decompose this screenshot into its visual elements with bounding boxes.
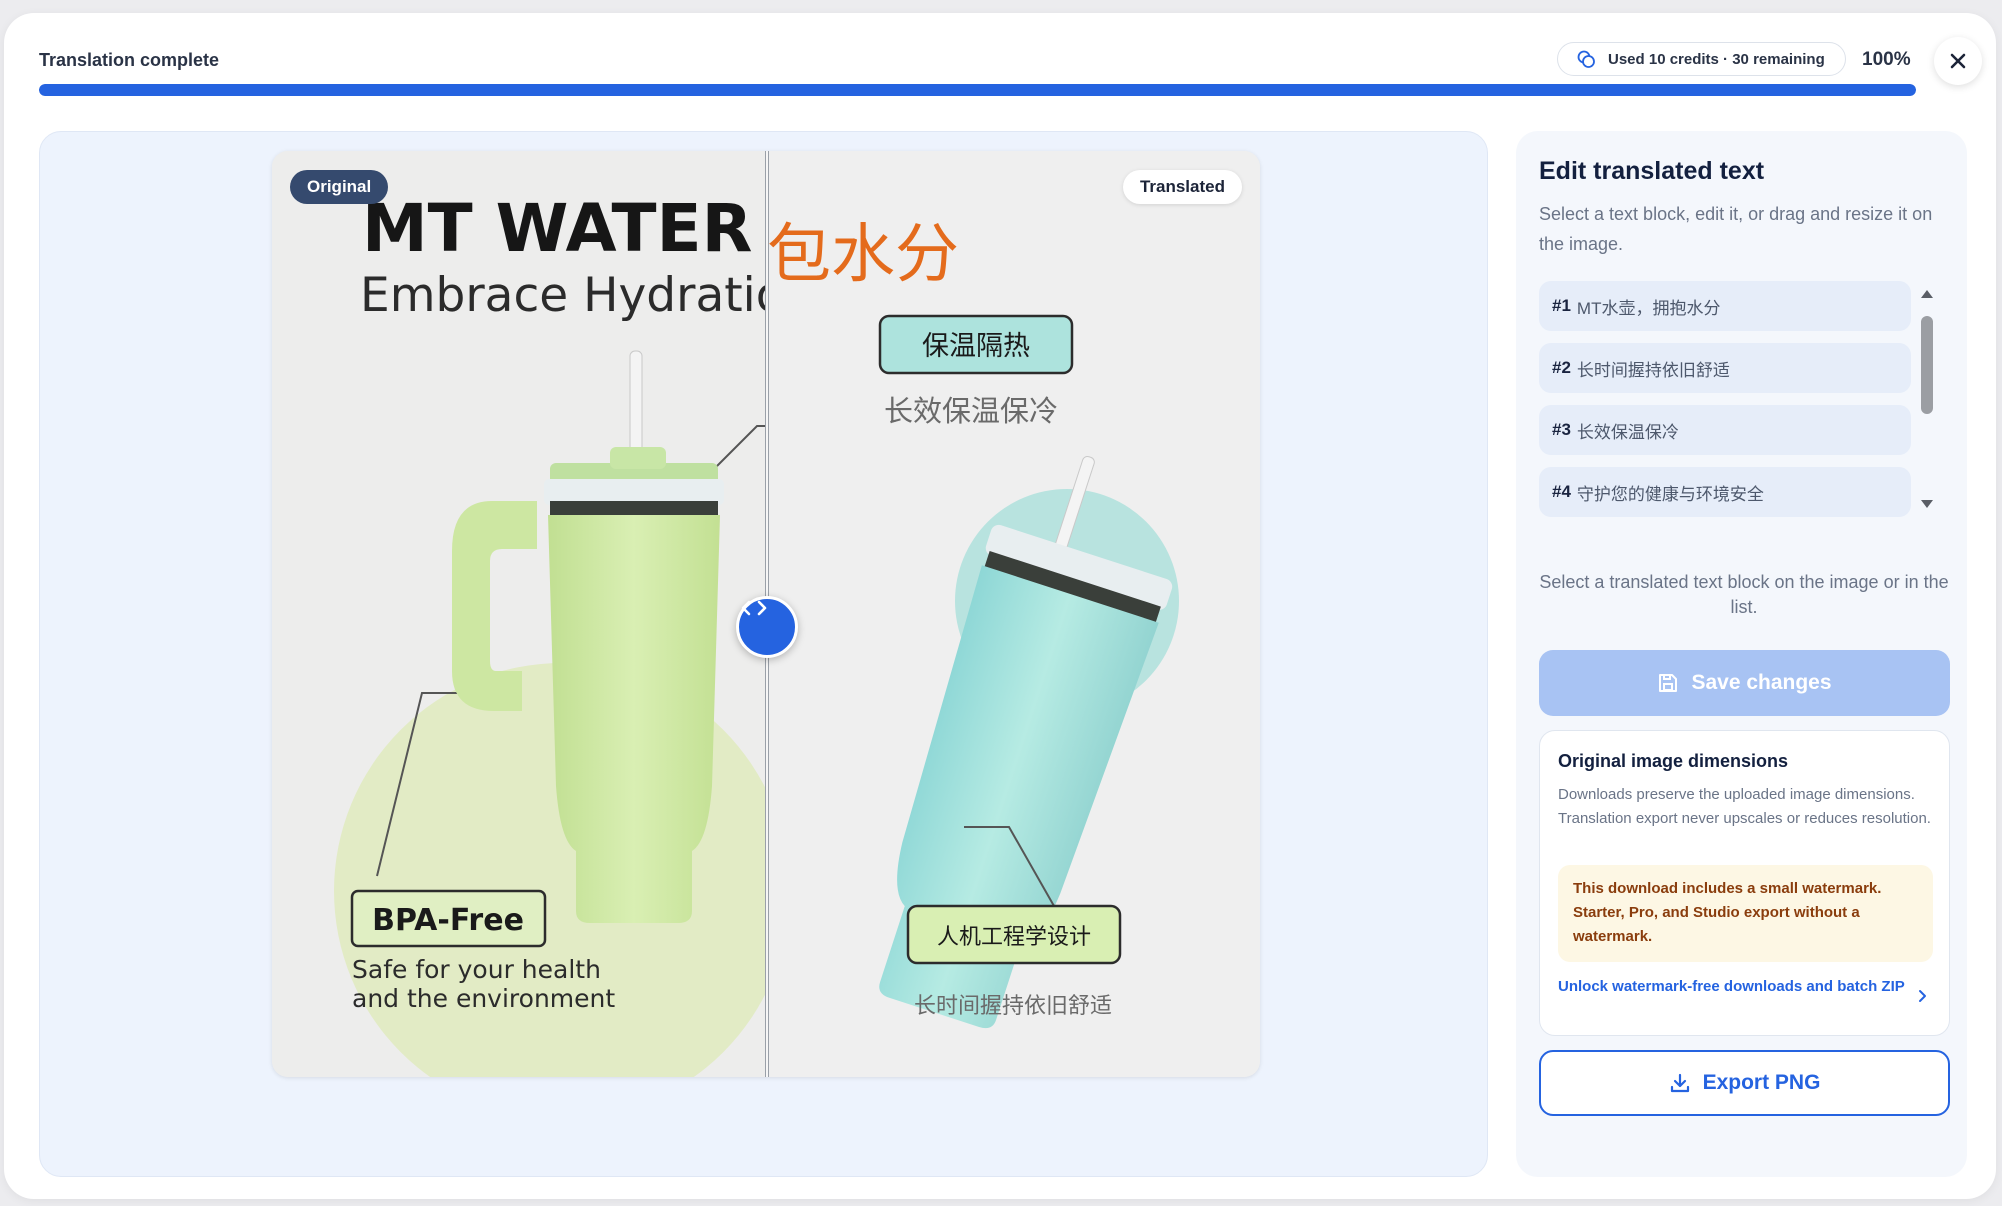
scroll-thumb[interactable]: [1921, 316, 1933, 414]
watermark-notice: This download includes a small watermark…: [1558, 865, 1933, 962]
block-number: #3: [1552, 420, 1571, 439]
status-label: Translation complete: [39, 50, 220, 70]
scroll-up-icon[interactable]: [1920, 289, 1934, 299]
bpa-free-label: BPA-Free: [372, 903, 524, 938]
chevron-right-icon[interactable]: [1917, 989, 1927, 1003]
text-block-item[interactable]: #4 守护您的健康与环境安全: [1539, 467, 1911, 517]
translated-insulation: 保温隔热: [922, 331, 1030, 362]
panel-subtitle: Select a text block, edit it, or drag an…: [1539, 204, 1933, 254]
compare-image[interactable]: BPA-Free Safe for your health and the en…: [272, 151, 1260, 1077]
unlock-watermark-free-link[interactable]: Unlock watermark-free downloads and batc…: [1558, 975, 1908, 998]
coins-icon: [1577, 50, 1595, 68]
block-number: #2: [1552, 358, 1571, 377]
block-text: 守护您的健康与环境安全: [1576, 484, 1764, 504]
save-changes-button[interactable]: Save changes: [1539, 650, 1950, 716]
edit-panel: Edit translated text Select a text block…: [1516, 131, 1967, 1177]
download-icon: [1670, 1073, 1689, 1093]
text-block-item[interactable]: #2 长时间握持依旧舒适: [1539, 343, 1911, 393]
progress-bar: [39, 84, 1916, 96]
text-blocks-list: #1 MT水壶，拥抱水分 #2 长时间握持依旧舒适 #3 长效保温保冷 #4 守…: [1539, 281, 1911, 521]
save-label: Save changes: [1691, 671, 1832, 694]
original-title: MT WATER: [362, 190, 752, 267]
translation-modal: Translation complete Used 10 credits · 3…: [4, 13, 1996, 1199]
compare-area: BPA-Free Safe for your health and the en…: [39, 131, 1488, 1177]
translated-title-fragment: 包水分: [767, 218, 959, 292]
dimensions-card: Original image dimensions Downloads pres…: [1539, 730, 1950, 1036]
selection-hint: Select a translated text block on the im…: [1539, 572, 1949, 617]
export-label: Export PNG: [1702, 1071, 1821, 1094]
block-number: #4: [1552, 482, 1571, 501]
translated-comfort: 长时间握持依旧舒适: [914, 994, 1112, 1019]
safe-line-2: and the environment: [352, 984, 615, 1013]
export-png-button[interactable]: Export PNG: [1539, 1050, 1950, 1116]
original-tag: Original: [290, 170, 389, 204]
safe-line-1: Safe for your health: [352, 955, 601, 984]
original-subtitle: Embrace Hydratio: [360, 268, 785, 323]
text-block-item[interactable]: #1 MT水壶，拥抱水分: [1539, 281, 1911, 331]
save-icon: [1659, 674, 1678, 692]
progress-percent: 100%: [1862, 49, 1911, 70]
translated-keep-warm: 长效保温保冷: [884, 394, 1058, 428]
block-text: 长效保温保冷: [1576, 422, 1679, 442]
translated-tag: Translated: [1122, 170, 1242, 204]
list-scrollbar[interactable]: [1916, 289, 1938, 519]
close-button[interactable]: [1934, 37, 1982, 85]
compare-slider-handle[interactable]: [736, 596, 798, 658]
panel-title: Edit translated text: [1539, 157, 1765, 185]
credits-badge: Used 10 credits · 30 remaining: [1557, 42, 1846, 76]
scroll-down-icon[interactable]: [1920, 499, 1934, 509]
dimensions-title: Original image dimensions: [1558, 751, 1789, 771]
block-text: MT水壶，拥抱水分: [1576, 298, 1721, 318]
block-text: 长时间握持依旧舒适: [1576, 360, 1730, 380]
dimensions-description: Downloads preserve the uploaded image di…: [1558, 786, 1931, 827]
text-block-item[interactable]: #3 长效保温保冷: [1539, 405, 1911, 455]
progress-fill: [39, 84, 1916, 96]
credits-text: Used 10 credits · 30 remaining: [1608, 50, 1825, 68]
block-number: #1: [1552, 296, 1571, 315]
close-icon: [1950, 53, 1966, 69]
arrows-left-right-icon: [741, 600, 767, 616]
translated-ergonomic: 人机工程学设计: [937, 925, 1091, 950]
